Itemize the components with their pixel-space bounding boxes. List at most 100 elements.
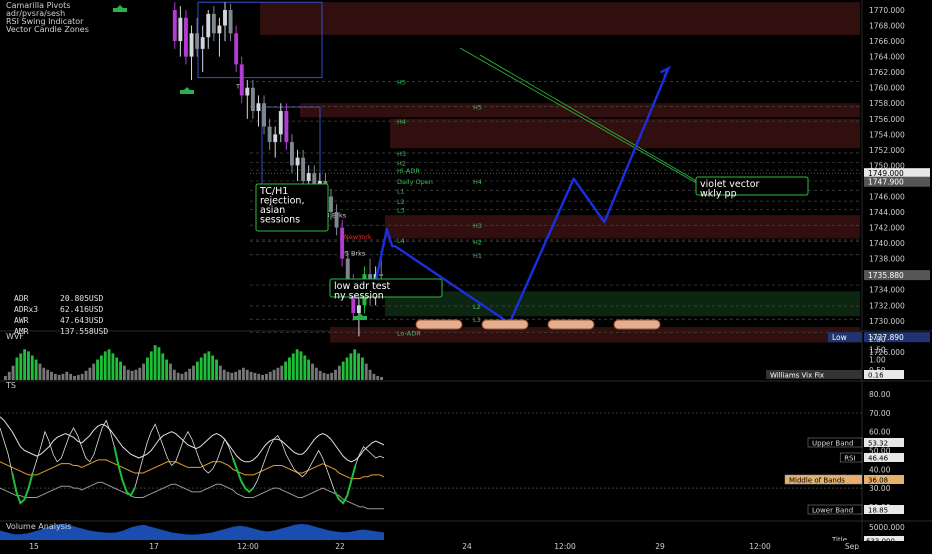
annotation-text: sessions: [260, 215, 300, 226]
pivot-label: H5: [397, 78, 406, 86]
wvf-bar: [215, 359, 218, 380]
wvf-bar: [199, 357, 203, 380]
wvf-bar: [134, 369, 138, 380]
wvf-bar: [280, 365, 284, 380]
wvf-bar: [153, 345, 157, 380]
stat-label: AWR: [14, 316, 29, 325]
ts-tick-label: 70.00: [869, 409, 891, 418]
wvf-bar: [38, 363, 42, 380]
candle-body: [195, 33, 200, 49]
wvf-bar: [57, 374, 61, 380]
wvf-bar: [265, 373, 268, 380]
price-tag-text: Low: [832, 333, 847, 342]
ts-name-tag: Upper Band: [812, 440, 853, 448]
stat-value: 47.643USD: [60, 316, 104, 325]
price-tick-label: 1766.000: [869, 37, 905, 46]
pivot-label: H3: [397, 150, 406, 158]
adr-stat-row: AMR 137.558USD: [14, 327, 108, 336]
candle-body: [340, 227, 345, 259]
wvf-bar: [180, 373, 184, 380]
wvf-bar: [69, 373, 73, 380]
wvf-pane-title[interactable]: WVF: [6, 332, 24, 341]
round-marker-icon: [613, 319, 661, 330]
wvf-bar: [353, 349, 357, 380]
wvf-bar: [172, 369, 176, 380]
wvf-bar: [96, 359, 99, 380]
price-tick-label: 1742.000: [869, 224, 905, 233]
wvf-bar: [184, 371, 188, 380]
wvf-bar: [253, 372, 257, 380]
candle-body: [329, 196, 333, 213]
wvf-bar: [169, 363, 172, 380]
price-tag-text: 1747.900: [868, 178, 904, 187]
session-marker-icon: [180, 87, 194, 94]
pivot-label: L2: [397, 198, 405, 206]
wvf-bar: [284, 361, 288, 380]
wvf-bar: [149, 351, 153, 380]
annotation-text: ny session: [334, 291, 384, 302]
volume-pane-title[interactable]: Volume Analysis: [6, 522, 71, 531]
wvf-bar: [307, 359, 311, 380]
wvf-bar: [84, 370, 88, 380]
wvf-bar: [61, 373, 65, 380]
wvf-bar: [23, 349, 27, 380]
price-tag-text: 1735.880: [868, 271, 904, 280]
wvf-bar: [126, 369, 130, 380]
candle-body: [200, 37, 205, 49]
candle-body: [206, 13, 211, 38]
price-tick-label: 1762.000: [869, 68, 905, 77]
candle-body: [223, 10, 227, 26]
session-label: NewYork: [344, 233, 372, 241]
candle-body: [183, 17, 188, 57]
candle-body: [211, 13, 216, 34]
candle-body: [278, 111, 283, 135]
wvf-tick-label: 1.00: [869, 356, 886, 365]
candle-body: [273, 134, 278, 143]
price-tick-label: 1756.000: [869, 115, 905, 124]
pivot-label: Daily Open: [397, 178, 433, 186]
candle-body: [301, 157, 306, 181]
candle-body: [256, 103, 261, 112]
pivot-label: Hi-ADR: [397, 167, 420, 175]
wvf-bar: [99, 355, 103, 380]
ts-tick-label: 30.00: [869, 484, 891, 493]
legend-item[interactable]: Vector Candle Zones: [6, 25, 89, 34]
wvf-bar: [211, 355, 215, 380]
wvf-bar: [330, 372, 334, 380]
price-tick-label: 1738.000: [869, 255, 905, 264]
wvf-bar: [53, 373, 57, 380]
chart-svg: H5H5H4H3H2Hi-ADRDaily Open H4L1L2L3H3L4 H2…: [0, 0, 932, 551]
ts-value-tag: 18.85: [868, 507, 888, 515]
wvf-bar: [119, 361, 122, 380]
session-marker-icon: [353, 313, 367, 320]
time-tick-label: Sep: [845, 542, 859, 550]
wvf-bar: [92, 363, 96, 380]
wvf-bar: [30, 355, 34, 380]
ts-pane-title[interactable]: TS: [6, 381, 16, 390]
wvf-bar: [234, 371, 238, 380]
annotation-violet: violet vectorwkly pp: [695, 176, 809, 200]
candle-body: [217, 25, 222, 34]
wvf-bar: [288, 357, 291, 380]
wvf-bar: [34, 359, 38, 380]
wvf-bar: [326, 373, 330, 380]
wvf-bar: [203, 353, 207, 380]
wvf-bar: [161, 353, 165, 380]
trading-chart: H5 H5 H4 H3 H2 Hi-ADR Daily Open H4 L1 L2 L3 H3 L4 H2…: [0, 0, 932, 551]
wvf-bar: [295, 349, 299, 380]
wvf-tick-label: 2.00: [869, 335, 886, 344]
wvf-name-tag: Williams Vix Fix: [770, 372, 824, 380]
pivot-label: H4: [473, 178, 482, 186]
wvf-bar: [27, 351, 30, 380]
stat-value: 137.558USD: [60, 327, 109, 336]
wvf-value-tag: 0.16: [868, 372, 884, 380]
round-marker-icon: [415, 319, 463, 330]
wvf-bar: [7, 371, 11, 380]
price-tick-label: 1744.000: [869, 208, 905, 217]
price-tick-label: 1758.000: [869, 99, 905, 108]
wvf-bar: [50, 371, 53, 380]
candle-body: [306, 173, 311, 181]
wvf-bar: [192, 365, 195, 380]
price-tick-label: 1752.000: [869, 146, 905, 155]
wvf-bar: [230, 372, 234, 380]
